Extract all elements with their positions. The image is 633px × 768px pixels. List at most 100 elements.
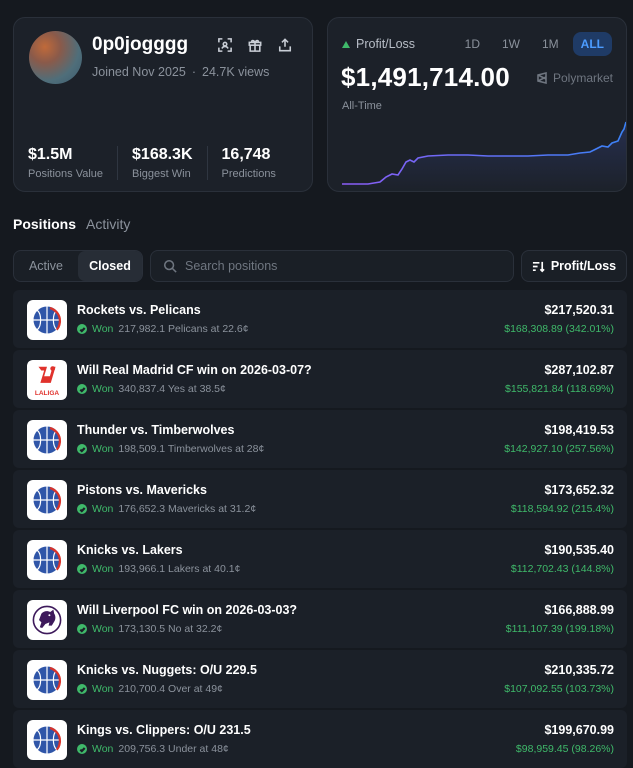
position-value: $173,652.32 <box>544 483 614 497</box>
basketball-icon <box>33 546 62 574</box>
filter-active-button[interactable]: Active <box>14 251 78 281</box>
pnl-area <box>342 122 626 191</box>
sort-button[interactable]: Profit/Loss <box>521 250 627 282</box>
position-pnl: $142,927.10 (257.56%) <box>504 443 614 455</box>
pnl-period: All-Time <box>342 100 382 112</box>
position-row[interactable]: Will Liverpool FC win on 2026-03-03? Won 1… <box>13 590 627 648</box>
market-icon <box>27 420 67 460</box>
filter-closed-button[interactable]: Closed <box>78 251 142 281</box>
basketball-icon <box>33 426 62 454</box>
check-circle-icon <box>77 444 87 454</box>
position-subtitle: Won 198,509.1 Timberwolves at 28¢ <box>77 443 264 455</box>
position-value: $287,102.87 <box>544 363 614 377</box>
position-row[interactable]: Knicks vs. Nuggets: O/U 229.5 Won 210,700.… <box>13 650 627 708</box>
check-circle-icon <box>77 324 87 334</box>
pnl-card: Profit/Loss 1D 1W 1M ALL $1,491,714.00 P… <box>327 17 627 192</box>
brand-name: Polymarket <box>553 71 614 85</box>
profile-actions <box>217 37 293 53</box>
position-title[interactable]: Will Real Madrid CF win on 2026-03-07? <box>77 363 312 377</box>
position-value: $166,888.99 <box>544 603 614 617</box>
position-title[interactable]: Kings vs. Clippers: O/U 231.5 <box>77 723 251 737</box>
basketball-icon <box>33 726 62 754</box>
position-subtitle: Won 210,700.4 Over at 49¢ <box>77 683 223 695</box>
polymarket-icon <box>537 72 547 84</box>
position-title[interactable]: Thunder vs. Timberwolves <box>77 423 234 437</box>
position-title[interactable]: Knicks vs. Lakers <box>77 543 183 557</box>
logo-text: LALIGA <box>34 390 60 397</box>
position-pnl: $155,821.84 (118.69%) <box>505 383 614 395</box>
check-circle-icon <box>77 384 87 394</box>
check-circle-icon <box>77 624 87 634</box>
stat-biggest-win: $168.3K Biggest Win <box>132 146 208 180</box>
search-icon <box>163 259 177 273</box>
position-pnl: $107,092.55 (103.73%) <box>504 683 614 695</box>
position-detail: 210,700.4 Over at 49¢ <box>118 683 223 695</box>
stat-label: Biggest Win <box>132 168 191 180</box>
profile-card: 0p0jogggg Joined Nov 2025 · 24.7K views $1… <box>13 17 313 192</box>
position-title[interactable]: Knicks vs. Nuggets: O/U 229.5 <box>77 663 257 677</box>
position-title[interactable]: Rockets vs. Pelicans <box>77 303 201 317</box>
position-row[interactable]: LALIGA Will Real Madrid CF win on 2026-03… <box>13 350 627 408</box>
position-subtitle: Won 209,756.3 Under at 48¢ <box>77 743 229 755</box>
premier-league-icon <box>32 605 62 635</box>
position-subtitle: Won 340,837.4 Yes at 38.5¢ <box>77 383 226 395</box>
position-value: $217,520.31 <box>544 303 614 317</box>
position-pnl: $111,107.39 (199.18%) <box>505 623 614 635</box>
position-detail: 340,837.4 Yes at 38.5¢ <box>118 383 226 395</box>
position-value: $198,419.53 <box>544 423 614 437</box>
gift-icon[interactable] <box>247 37 263 53</box>
position-value: $199,670.99 <box>544 723 614 737</box>
position-pnl: $98,959.45 (98.26%) <box>515 743 614 755</box>
pnl-label: Profit/Loss <box>356 37 416 51</box>
position-value: $210,335.72 <box>544 663 614 677</box>
market-icon <box>27 660 67 700</box>
sort-icon <box>532 261 545 272</box>
position-row[interactable]: Pistons vs. Mavericks Won 176,652.3 Maveri… <box>13 470 627 528</box>
market-icon <box>27 720 67 760</box>
range-tab-1m[interactable]: 1M <box>534 32 567 56</box>
position-status: Won <box>92 623 114 635</box>
position-detail: 198,509.1 Timberwolves at 28¢ <box>118 443 265 455</box>
position-status: Won <box>92 503 114 515</box>
position-title[interactable]: Will Liverpool FC win on 2026-03-03? <box>77 603 297 617</box>
position-title[interactable]: Pistons vs. Mavericks <box>77 483 207 497</box>
position-status: Won <box>92 443 114 455</box>
range-tab-all[interactable]: ALL <box>572 32 612 56</box>
range-tab-1w[interactable]: 1W <box>494 32 528 56</box>
tab-activity[interactable]: Activity <box>86 216 130 232</box>
basketball-icon <box>33 486 62 514</box>
market-icon <box>27 480 67 520</box>
pnl-value: $1,491,714.00 <box>341 62 510 92</box>
sort-label: Profit/Loss <box>550 259 617 273</box>
market-icon <box>27 300 67 340</box>
market-icon: LALIGA <box>27 360 67 400</box>
position-detail: 173,130.5 No at 32.2¢ <box>118 623 223 635</box>
basketball-icon <box>33 666 62 694</box>
pnl-header: Profit/Loss <box>342 37 415 51</box>
tab-positions[interactable]: Positions <box>13 216 76 232</box>
position-value: $190,535.40 <box>544 543 614 557</box>
username: 0p0jogggg <box>92 34 189 55</box>
position-row[interactable]: Knicks vs. Lakers Won 193,966.1 Lakers at … <box>13 530 627 588</box>
joined-date: Joined Nov 2025 <box>92 65 186 79</box>
share-icon[interactable] <box>277 37 293 53</box>
avatar[interactable] <box>29 31 82 84</box>
position-subtitle: Won 217,982.1 Pelicans at 22.6¢ <box>77 323 249 335</box>
search-input[interactable] <box>185 259 485 273</box>
range-tab-1d[interactable]: 1D <box>457 32 488 56</box>
position-row[interactable]: Thunder vs. Timberwolves Won 198,509.1 Tim… <box>13 410 627 468</box>
position-status: Won <box>92 683 114 695</box>
stat-value: $1.5M <box>28 146 73 163</box>
stat-positions-value: $1.5M Positions Value <box>28 146 119 180</box>
stat-predictions: 16,748 Predictions <box>222 146 290 180</box>
position-row[interactable]: Rockets vs. Pelicans Won 217,982.1 Pelican… <box>13 290 627 348</box>
profile-stats: $1.5M Positions Value $168.3K Biggest Wi… <box>28 146 290 180</box>
scan-qr-icon[interactable] <box>217 37 233 53</box>
main-tabs: Positions Activity <box>13 216 130 232</box>
position-row[interactable]: Kings vs. Clippers: O/U 231.5 Won 209,756.… <box>13 710 627 768</box>
positions-list: Rockets vs. Pelicans Won 217,982.1 Pelican… <box>13 290 627 768</box>
check-circle-icon <box>77 744 87 754</box>
position-subtitle: Won 173,130.5 No at 32.2¢ <box>77 623 222 635</box>
check-circle-icon <box>77 564 87 574</box>
stat-value: $168.3K <box>132 146 193 163</box>
